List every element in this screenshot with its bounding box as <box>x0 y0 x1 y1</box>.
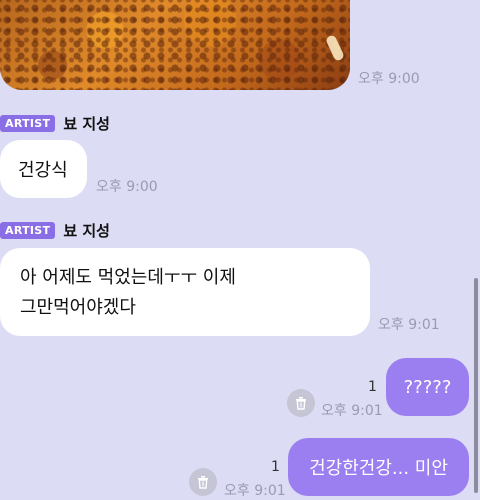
trash-icon <box>296 397 306 410</box>
artist-badge: ARTIST <box>0 222 56 239</box>
message-time: 오후 9:01 <box>378 317 440 333</box>
delete-button[interactable] <box>189 468 217 496</box>
sender-name[interactable]: 뵤 지성 <box>63 113 110 134</box>
scrollbar[interactable] <box>474 278 478 493</box>
photo-texture <box>0 0 350 90</box>
delete-button[interactable] <box>287 389 315 417</box>
message-time: 오후 9:01 <box>224 483 286 499</box>
message-text: ????? <box>403 376 452 398</box>
my-message-bubble[interactable]: 건강한건강... 미안 <box>288 438 469 496</box>
message-bubble[interactable]: 건강식 <box>0 140 87 198</box>
artist-badge: ARTIST <box>0 115 56 132</box>
unread-count: 1 <box>368 379 377 395</box>
my-message-bubble[interactable]: ????? <box>386 358 469 416</box>
message-text-line: 아 어제도 먹었는데ㅜㅜ 이제 <box>20 267 236 288</box>
sender-name[interactable]: 뵤 지성 <box>63 220 110 241</box>
message-text-line: 그만먹어야겠다 <box>20 297 136 318</box>
message-text: 건강식 <box>18 160 68 181</box>
sender-header: ARTIST 뵤 지성 <box>0 113 110 134</box>
unread-count: 1 <box>271 459 280 475</box>
message-bubble[interactable]: 아 어제도 먹었는데ㅜㅜ 이제 그만먹어야겠다 <box>0 248 370 336</box>
photo-message[interactable] <box>0 0 350 90</box>
message-time: 오후 9:00 <box>96 179 158 195</box>
message-text: 건강한건강... 미안 <box>309 458 448 479</box>
message-time: 오후 9:00 <box>358 71 420 87</box>
message-time: 오후 9:01 <box>321 403 383 419</box>
trash-icon <box>198 476 208 489</box>
sender-header: ARTIST 뵤 지성 <box>0 220 110 241</box>
